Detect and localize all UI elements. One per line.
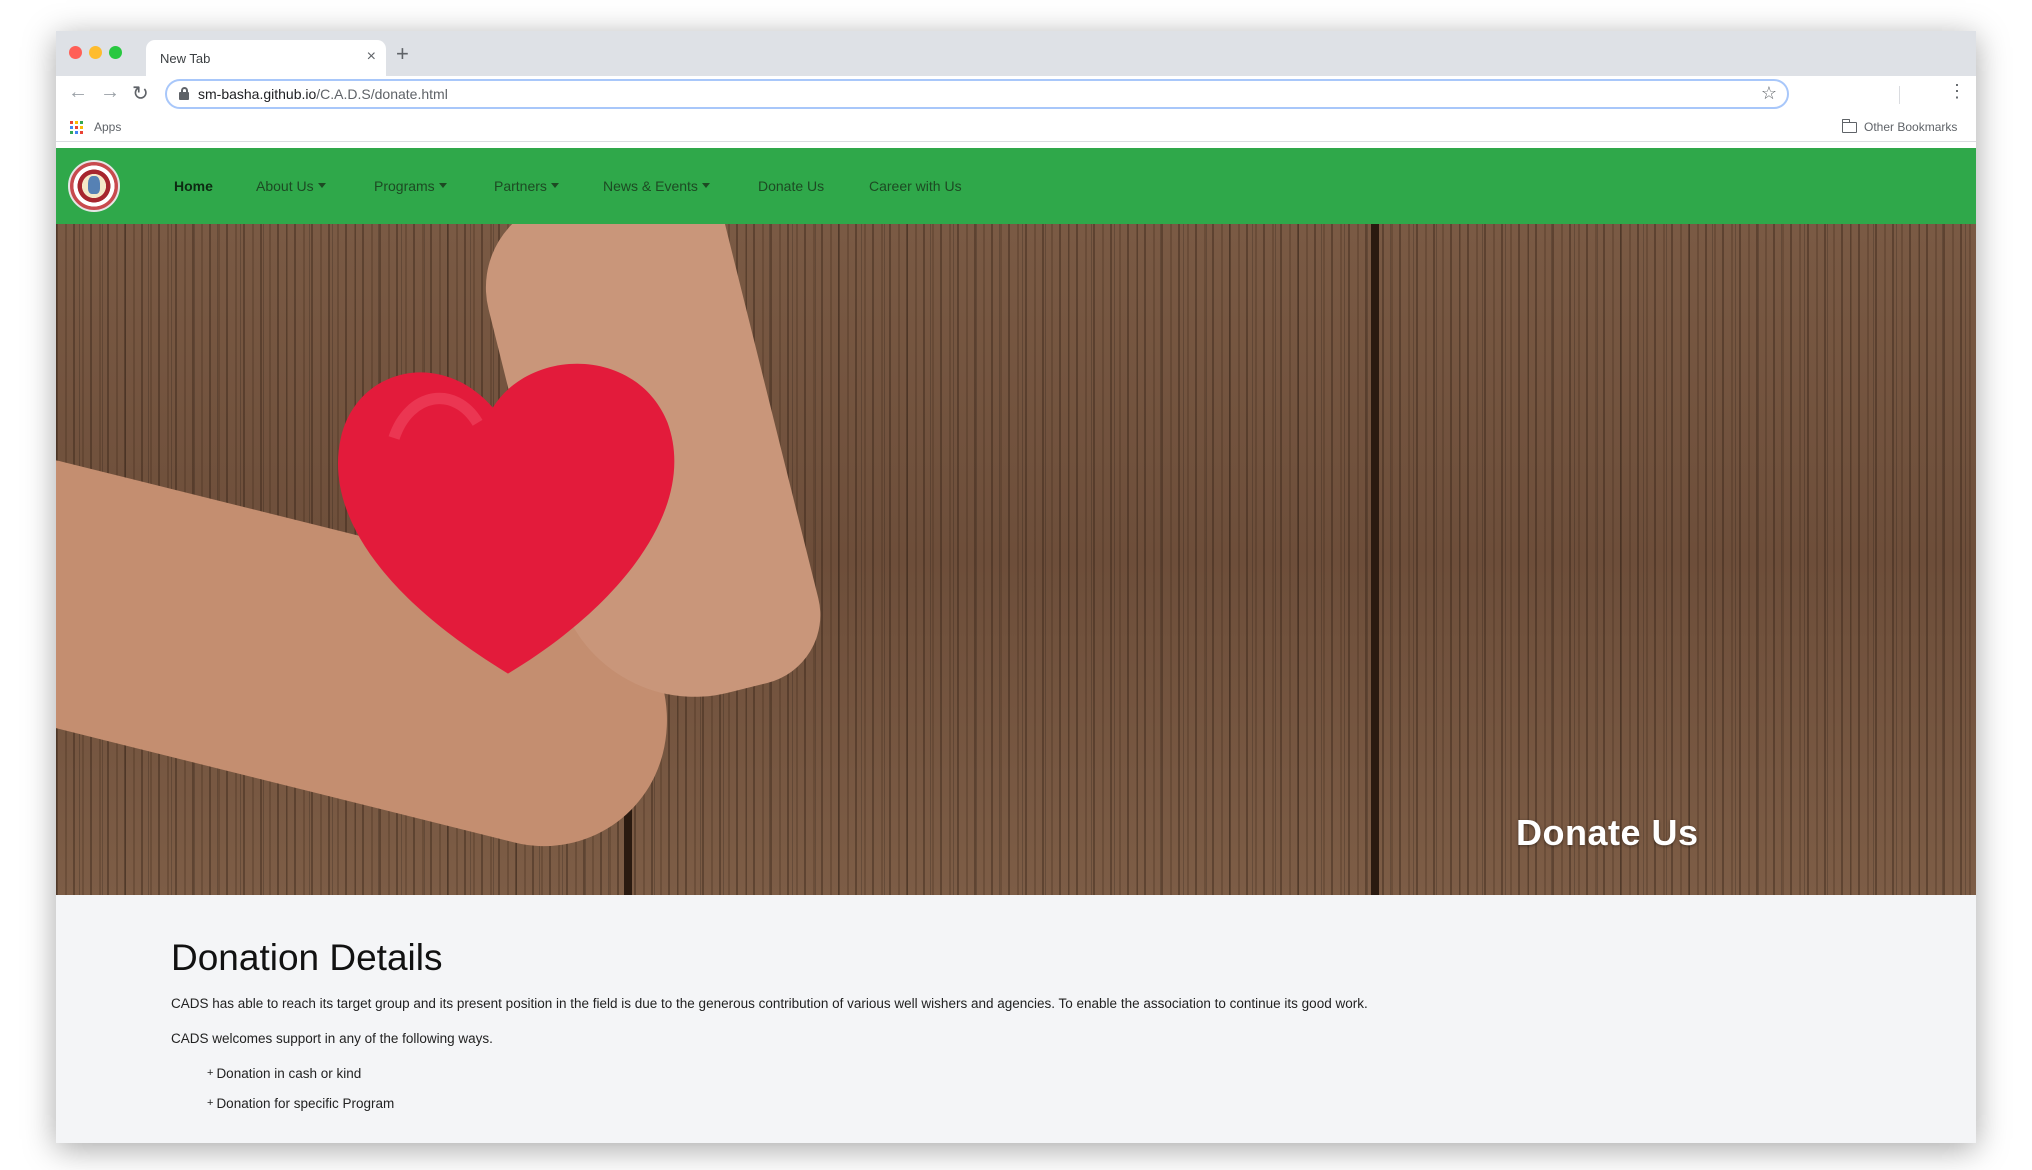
intro-paragraph: CADS has able to reach its target group … [171, 996, 1368, 1011]
donation-section: Donation Details CADS has able to reach … [56, 895, 1976, 1143]
nav-home[interactable]: Home [174, 178, 213, 194]
folder-icon [1841, 119, 1857, 133]
list-item: + Donation in cash or kind [207, 1066, 361, 1081]
wood-plank-gap [1371, 224, 1379, 895]
hero-title: Donate Us [1516, 812, 1699, 853]
nav-about-us[interactable]: About Us [256, 178, 326, 194]
lock-icon [179, 87, 189, 100]
list-item-text: Donation for specific Program [216, 1096, 395, 1111]
site-navbar: Home About Us Programs Partners News & E… [56, 148, 1976, 224]
browser-menu-icon[interactable]: ⋮ [1948, 81, 1966, 102]
nav-career[interactable]: Career with Us [869, 178, 962, 194]
toolbar-divider [1899, 86, 1900, 104]
browser-toolbar: ← → ↻ sm-basha.github.io/C.A.D.S/donate.… [56, 76, 1976, 112]
caret-down-icon [701, 182, 710, 188]
caret-down-icon [438, 182, 447, 188]
nav-partners[interactable]: Partners [494, 178, 559, 194]
plus-icon: + [207, 1097, 214, 1109]
new-tab-button[interactable]: + [396, 41, 409, 67]
tab-strip: New Tab × + [56, 31, 1976, 76]
close-icon[interactable]: × [367, 48, 376, 66]
section-heading: Donation Details [171, 937, 443, 978]
nav-programs-label: Programs [374, 178, 435, 194]
apps-bookmark[interactable]: Apps [94, 120, 121, 134]
cads-logo[interactable] [68, 160, 120, 212]
red-heart-image [318, 324, 698, 704]
browser-tab[interactable]: New Tab × [146, 40, 386, 76]
nav-news-events[interactable]: News & Events [603, 178, 710, 194]
address-bar[interactable]: sm-basha.github.io/C.A.D.S/donate.html ☆ [165, 79, 1789, 109]
nav-programs[interactable]: Programs [374, 178, 447, 194]
support-paragraph: CADS welcomes support in any of the foll… [171, 1031, 493, 1046]
url-host: sm-basha.github.io [198, 86, 317, 102]
hero-banner: Donate Us [56, 224, 1976, 895]
reload-icon[interactable]: ↻ [132, 81, 149, 106]
caret-down-icon [550, 182, 559, 188]
nav-donate-us[interactable]: Donate Us [758, 178, 824, 194]
browser-window: New Tab × + ← → ↻ sm-basha.github.io/C.A… [56, 31, 1976, 1143]
back-arrow-icon[interactable]: ← [68, 81, 88, 104]
maximize-window-button[interactable] [109, 46, 122, 59]
bookmark-star-icon[interactable]: ☆ [1761, 83, 1777, 104]
web-page: Home About Us Programs Partners News & E… [56, 148, 1976, 1143]
caret-down-icon [317, 182, 326, 188]
url-path: /C.A.D.S/donate.html [316, 86, 448, 102]
url-text[interactable]: sm-basha.github.io/C.A.D.S/donate.html [198, 86, 448, 102]
forward-arrow-icon[interactable]: → [100, 81, 120, 104]
close-window-button[interactable] [69, 46, 82, 59]
other-bookmarks[interactable]: Other Bookmarks [1864, 120, 1957, 134]
apps-grid-icon[interactable] [70, 121, 84, 135]
list-item: + Donation for specific Program [207, 1096, 394, 1111]
minimize-window-button[interactable] [89, 46, 102, 59]
nav-news-events-label: News & Events [603, 178, 698, 194]
bookmarks-bar: Apps Other Bookmarks [56, 112, 1976, 142]
nav-about-us-label: About Us [256, 178, 314, 194]
list-item-text: Donation in cash or kind [216, 1066, 362, 1081]
tab-title: New Tab [160, 51, 211, 66]
plus-icon: + [207, 1067, 214, 1079]
nav-partners-label: Partners [494, 178, 547, 194]
